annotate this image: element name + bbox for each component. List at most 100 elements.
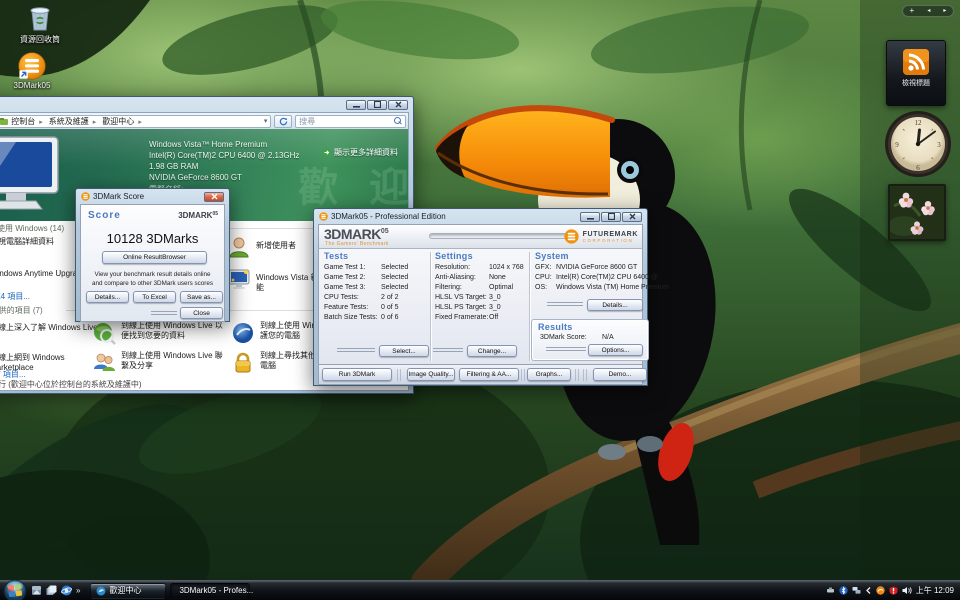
score-titlebar[interactable]: 3DMark Score	[80, 189, 225, 204]
welcome-titlebar[interactable]	[0, 97, 409, 112]
analog-clock-icon: 12 3 6 9	[884, 110, 952, 178]
select-tests-button[interactable]: Select...	[379, 345, 429, 357]
clock-numeral-3: 3	[937, 141, 941, 149]
item-learn-windows-live[interactable]: 到線上深入了解 Windows Live	[0, 323, 104, 333]
item-label: 到線上深入了解 Windows Live	[0, 323, 98, 333]
window-title: 3DMark05 - Professional Edition	[331, 212, 446, 221]
internet-explorer-icon[interactable]	[61, 585, 72, 596]
item-add-user[interactable]: 新增使用者	[227, 235, 320, 259]
close-button[interactable]	[388, 100, 408, 110]
system-row: CPU:Intel(R) Core(TM)2 CPU 6400 @	[535, 274, 649, 281]
tray-clock[interactable]: 上午 12:09	[916, 585, 954, 596]
desktop: 資源回收筒 3DMark05 + ◂ ▸ 檢視標題	[0, 0, 960, 600]
show-desktop-icon[interactable]	[31, 585, 42, 596]
rss-feed-gadget[interactable]: 檢視標題	[886, 40, 946, 106]
breadcrumb-control-panel[interactable]: 控制台	[11, 116, 47, 127]
setting-row: Fixed Framerate:Off	[435, 314, 527, 321]
3dmark05-window: 3DMark05 - Professional Edition 3DMARK05…	[313, 208, 648, 386]
graphs-button[interactable]: Graphs...	[527, 368, 571, 381]
collapse-tray-icon[interactable]	[865, 586, 872, 595]
dialog-title: 3DMark Score	[93, 192, 144, 201]
task-label: 歡迎中心	[109, 585, 141, 596]
clock-gadget[interactable]: 12 3 6 9	[884, 110, 952, 178]
action-divider	[583, 369, 587, 381]
breadcrumb-dropdown-icon[interactable]: ▾	[264, 117, 268, 125]
speed-lines	[546, 347, 586, 353]
maximize-button[interactable]	[601, 212, 621, 222]
rss-icon	[903, 49, 929, 75]
task-3dmark05[interactable]: 3DMark05 - Profes...	[170, 583, 250, 599]
gadget-prev-icon[interactable]: ◂	[927, 7, 930, 15]
language-bar-icon[interactable]	[876, 586, 885, 595]
refresh-button[interactable]	[274, 115, 292, 128]
bluetooth-icon[interactable]	[839, 586, 848, 595]
welcome-center-icon	[96, 586, 106, 596]
filtering-aa-button[interactable]: Filtering & AA...	[459, 368, 519, 381]
minimize-button[interactable]	[346, 100, 366, 110]
results-score-row: 3DMark Score:N/A	[540, 334, 646, 341]
close-button[interactable]	[622, 212, 642, 222]
task-label: 3DMark05 - Profes...	[179, 586, 253, 595]
network-icon[interactable]	[852, 586, 861, 595]
futuremark-label: FUTUREMARK	[583, 231, 638, 238]
details-button[interactable]: Details...	[86, 291, 129, 303]
gadget-next-icon[interactable]: ▸	[943, 7, 946, 15]
results-panel: Results 3DMark Score:N/A Options...	[531, 319, 649, 361]
image-quality-button[interactable]: Image Quality...	[407, 368, 455, 381]
quicklaunch-overflow[interactable]: »	[76, 586, 80, 595]
setting-row: Resolution:1024 x 768	[435, 264, 527, 271]
3dmark-logo: 3DMARK05	[324, 226, 389, 242]
futuremark-brand: FUTUREMARK CORPORATION	[564, 229, 638, 244]
system-details-button[interactable]: Details...	[587, 299, 643, 311]
item-live-share[interactable]: 到線上使用 Windows Live 聯繫及分享	[92, 351, 225, 375]
score-caption-line2: and compare to other 3DMark users scores	[81, 280, 224, 287]
corporation-label: CORPORATION	[583, 238, 638, 243]
desktop-icon-3dmark05[interactable]: 3DMark05	[0, 52, 64, 90]
refresh-icon	[279, 117, 288, 126]
save-as-button[interactable]: Save as...	[180, 291, 223, 303]
to-excel-button[interactable]: To Excel	[133, 291, 176, 303]
breadcrumb[interactable]: 控制台 系統及維護 歡迎中心 ▾	[0, 115, 271, 128]
futuremark-orb-icon	[564, 229, 579, 244]
security-center-icon[interactable]	[889, 586, 898, 595]
desktop-icon-recycle-bin[interactable]: 資源回收筒	[8, 3, 72, 45]
setting-row: HLSL VS Target:3_0	[435, 294, 527, 301]
start-button[interactable]	[3, 579, 27, 600]
flip3d-icon[interactable]	[46, 585, 57, 596]
breadcrumb-system[interactable]: 系統及維護	[49, 116, 101, 127]
run-at-startup-note[interactable]: 開機時執行 (歡迎中心位於控制台的系統及維護中)	[0, 379, 142, 390]
column-divider	[529, 252, 530, 361]
maximize-button[interactable]	[367, 100, 387, 110]
close-dialog-button[interactable]: Close	[180, 307, 223, 319]
volume-icon[interactable]	[902, 586, 912, 595]
add-gadget-icon[interactable]: +	[910, 7, 915, 15]
show-all-14-link[interactable]: 顯示全部 14 項目...	[0, 291, 30, 302]
action-divider	[521, 369, 525, 381]
results-title: Results	[538, 322, 573, 332]
task-welcome-center[interactable]: 歡迎中心	[90, 583, 166, 599]
onecare-icon	[231, 321, 255, 345]
search-box[interactable]	[295, 115, 406, 128]
speed-lines	[433, 348, 463, 354]
globe-search-icon	[92, 321, 116, 345]
item-live-find[interactable]: 到線上使用 Windows Live 以便找到您要的資料	[92, 321, 225, 345]
score-result: 10128 3DMarks	[81, 231, 224, 246]
safely-remove-icon[interactable]	[826, 586, 835, 595]
online-resultbrowser-button[interactable]: Online ResultBrowser	[102, 251, 207, 264]
test-row: Game Test 2:Selected	[324, 274, 428, 281]
column-divider	[430, 252, 431, 361]
search-input[interactable]	[299, 117, 389, 126]
close-button[interactable]	[204, 192, 224, 202]
run-3dmark-button[interactable]: Run 3DMark	[322, 368, 392, 381]
test-row: Feature Tests:0 of 5	[324, 304, 428, 311]
demo-button[interactable]: Demo...	[593, 368, 647, 381]
minimize-button[interactable]	[580, 212, 600, 222]
options-button[interactable]: Options...	[588, 344, 643, 356]
gadget-controls[interactable]: + ◂ ▸	[902, 5, 954, 17]
welcome-watermark: 歡 迎	[298, 155, 409, 213]
photo-slideshow-gadget[interactable]	[888, 184, 946, 241]
breadcrumb-welcome-center[interactable]: 歡迎中心	[102, 116, 146, 127]
change-settings-button[interactable]: Change...	[467, 345, 517, 357]
3dmark05-titlebar[interactable]: 3DMark05 - Professional Edition	[318, 209, 643, 224]
3dmark05-body: Tests Game Test 1:Selected Game Test 2:S…	[318, 249, 643, 365]
